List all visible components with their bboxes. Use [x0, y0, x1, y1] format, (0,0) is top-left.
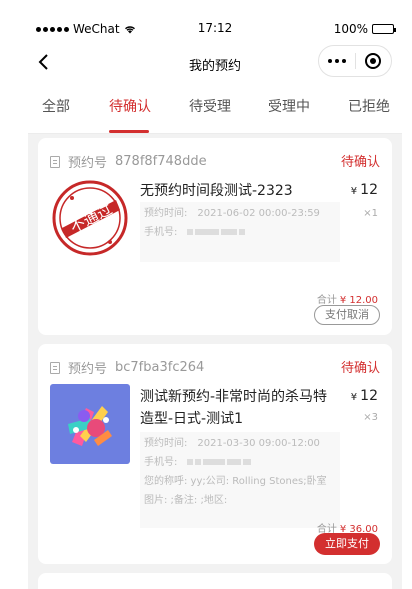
currency-symbol: ¥ — [350, 392, 358, 403]
product-quantity: ×3 — [363, 412, 378, 423]
order-card[interactable] — [38, 573, 392, 589]
close-capsule-icon[interactable] — [356, 53, 391, 69]
phone-screen: WeChat 17:12 100% 我的预约 全部 待确认 待受理 受理中 已拒… — [28, 16, 402, 589]
order-details: 预约时间: 2021-03-30 09:00-12:00 手机号: 您的称呼: y… — [140, 432, 340, 528]
nav-bar: 我的预约 — [28, 40, 402, 84]
tab-rejected[interactable]: 已拒绝 — [348, 96, 390, 116]
order-card[interactable]: 预约号 bc7fba3fc264 待确认 测试新预约-非常时尚的杀马特造型-日式… — [38, 344, 392, 564]
order-number-row: 预约号 bc7fba3fc264 — [50, 358, 204, 377]
currency-symbol: ¥ — [350, 186, 358, 197]
order-label: 预约号 — [68, 156, 108, 171]
price-value: 12 — [360, 182, 378, 198]
order-doc-icon — [50, 155, 60, 168]
tab-processing[interactable]: 受理中 — [268, 96, 310, 116]
order-details: 预约时间: 2021-06-02 00:00-23:59 手机号: — [140, 202, 340, 262]
order-status: 待确认 — [340, 155, 380, 170]
status-bar: WeChat 17:12 100% — [28, 16, 402, 40]
order-total: 合计 ¥ 12.00 — [317, 291, 378, 306]
phone-masked — [187, 457, 253, 468]
status-tabs: 全部 待确认 待受理 受理中 已拒绝 — [28, 84, 402, 134]
tab-pending-confirm[interactable]: 待确认 — [109, 96, 151, 116]
product-price: ¥12 — [351, 388, 378, 404]
product-thumbnail — [50, 384, 130, 464]
phone-label: 手机号: — [144, 457, 178, 468]
battery-percent: 100% — [333, 22, 368, 36]
time-label: 预约时间: — [144, 208, 188, 219]
rejected-stamp-icon: 不通过 — [52, 180, 128, 256]
more-icon[interactable] — [319, 59, 355, 63]
time-value: 2021-06-02 00:00-23:59 — [197, 208, 320, 219]
order-number: bc7fba3fc264 — [115, 360, 205, 375]
phone-label: 手机号: — [144, 227, 178, 238]
time-value: 2021-03-30 09:00-12:00 — [197, 438, 320, 449]
product-price: ¥12 — [351, 182, 378, 198]
pay-now-button[interactable]: 立即支付 — [314, 533, 380, 555]
order-extra-info: 您的称呼: yy;公司: Rolling Stones;卧室图片: ;备注: ;… — [144, 476, 327, 506]
battery-area: 100% — [333, 22, 396, 36]
tab-pending-accept[interactable]: 待受理 — [189, 96, 231, 116]
price-value: 12 — [360, 388, 378, 404]
order-card[interactable]: 预约号 878f8f748dde 待确认 不通过 无预约时间段测试-2323 ¥… — [38, 138, 392, 335]
mini-program-capsule — [318, 45, 392, 77]
tab-all[interactable]: 全部 — [42, 96, 70, 116]
order-number-row: 预约号 878f8f748dde — [50, 152, 207, 171]
order-doc-icon — [50, 361, 60, 374]
product-name: 无预约时间段测试-2323 — [140, 183, 293, 199]
battery-icon — [372, 24, 396, 34]
stamp-text: 不通过 — [67, 200, 115, 236]
active-tab-indicator — [109, 130, 149, 133]
phone-masked — [187, 227, 247, 238]
time-label: 预约时间: — [144, 438, 188, 449]
order-label: 预约号 — [68, 362, 108, 377]
payment-cancel-button[interactable]: 支付取消 — [314, 305, 380, 325]
product-quantity: ×1 — [363, 208, 378, 219]
order-status: 待确认 — [340, 361, 380, 376]
product-name: 测试新预约-非常时尚的杀马特造型-日式-测试1 — [140, 389, 328, 427]
order-number: 878f8f748dde — [115, 154, 207, 169]
